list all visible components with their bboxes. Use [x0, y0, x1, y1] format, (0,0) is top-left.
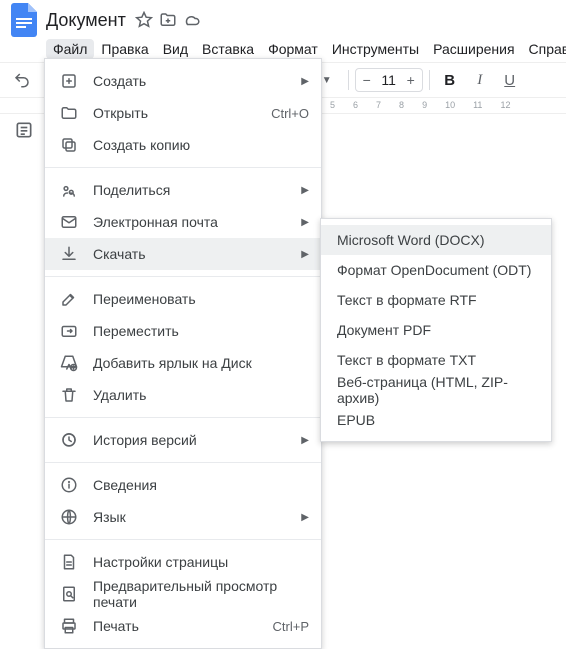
menu-item-label: Поделиться	[93, 182, 295, 198]
download-option[interactable]: EPUB	[321, 405, 551, 435]
menu-separator	[45, 276, 321, 277]
underline-button[interactable]: U	[496, 66, 524, 94]
menu-item-label: Электронная почта	[93, 214, 295, 230]
plus-box-icon	[59, 71, 79, 91]
submenu-arrow-icon: ▶	[301, 217, 309, 228]
document-title[interactable]: Документ	[46, 10, 126, 31]
submenu-arrow-icon: ▶	[301, 76, 309, 87]
menu-separator	[45, 417, 321, 418]
menu-separator	[45, 462, 321, 463]
download-icon	[59, 244, 79, 264]
file-menu-item-download[interactable]: Скачать ▶	[45, 238, 321, 270]
submenu-arrow-icon: ▶	[301, 249, 309, 260]
rename-icon	[59, 289, 79, 309]
download-option[interactable]: Microsoft Word (DOCX)	[321, 225, 551, 255]
menu-item-label: История версий	[93, 432, 295, 448]
menu-item-label: Сведения	[93, 477, 309, 493]
file-menu-item-mail[interactable]: Электронная почта ▶	[45, 206, 321, 238]
menu-item-label: Переименовать	[93, 291, 309, 307]
menu-edit[interactable]: Правка	[94, 39, 155, 59]
toolbar-separator	[348, 70, 349, 90]
file-menu-item-share[interactable]: Поделиться ▶	[45, 174, 321, 206]
download-option[interactable]: Текст в формате TXT	[321, 345, 551, 375]
menu-item-label: Создать копию	[93, 137, 309, 153]
file-menu-item-globe[interactable]: Язык ▶	[45, 501, 321, 533]
title-bar: Документ	[0, 0, 566, 36]
file-menu-item-folder[interactable]: ОткрытьCtrl+O	[45, 97, 321, 129]
submenu-arrow-icon: ▶	[301, 185, 309, 196]
trash-icon	[59, 385, 79, 405]
menu-item-label: Печать	[93, 618, 273, 634]
menu-separator	[45, 167, 321, 168]
menu-item-label: Добавить ярлык на Диск	[93, 355, 309, 371]
menu-view[interactable]: Вид	[156, 39, 195, 59]
menu-item-label: Переместить	[93, 323, 309, 339]
ruler-ticks: 56789101112	[330, 100, 510, 110]
menu-insert[interactable]: Вставка	[195, 39, 261, 59]
file-menu-item-print-preview[interactable]: Предварительный просмотр печати	[45, 578, 321, 610]
decrease-font-button[interactable]: −	[356, 69, 378, 91]
menu-extensions[interactable]: Расширения	[426, 39, 521, 59]
page-icon	[59, 552, 79, 572]
history-icon	[59, 430, 79, 450]
menu-item-label: Создать	[93, 73, 295, 89]
file-menu-item-drive-add[interactable]: Добавить ярлык на Диск	[45, 347, 321, 379]
print-icon	[59, 616, 79, 636]
file-menu-item-copy[interactable]: Создать копию	[45, 129, 321, 161]
cloud-status-icon[interactable]	[183, 11, 201, 29]
menu-format[interactable]: Формат	[261, 39, 325, 59]
bold-button[interactable]: B	[436, 66, 464, 94]
docs-logo-icon	[8, 4, 40, 36]
font-size-stepper[interactable]: − 11 +	[355, 68, 423, 92]
star-icon[interactable]	[135, 11, 153, 29]
toolbar-separator	[429, 70, 430, 90]
shortcut-hint: Ctrl+O	[271, 106, 309, 121]
copy-icon	[59, 135, 79, 155]
menu-separator	[45, 539, 321, 540]
menu-item-label: Открыть	[93, 105, 271, 121]
move-to-folder-icon[interactable]	[159, 11, 177, 29]
share-icon	[59, 180, 79, 200]
menu-item-label: Язык	[93, 509, 295, 525]
download-option[interactable]: Документ PDF	[321, 315, 551, 345]
file-menu-item-trash[interactable]: Удалить	[45, 379, 321, 411]
drive-add-icon	[59, 353, 79, 373]
menu-item-label: Предварительный просмотр печати	[93, 578, 309, 610]
menu-file[interactable]: Файл	[46, 39, 94, 59]
print-preview-icon	[59, 584, 79, 604]
undo-button[interactable]	[8, 66, 36, 94]
file-menu-item-plus-box[interactable]: Создать ▶	[45, 65, 321, 97]
globe-icon	[59, 507, 79, 527]
menu-item-label: Удалить	[93, 387, 309, 403]
submenu-arrow-icon: ▶	[301, 512, 309, 523]
menu-item-label: Настройки страницы	[93, 554, 309, 570]
download-option[interactable]: Формат OpenDocument (ODT)	[321, 255, 551, 285]
move-icon	[59, 321, 79, 341]
download-option[interactable]: Веб-страница (HTML, ZIP-архив)	[321, 375, 551, 405]
menu-item-label: Скачать	[93, 246, 295, 262]
download-submenu: Microsoft Word (DOCX)Формат OpenDocument…	[320, 218, 552, 442]
file-menu-item-page[interactable]: Настройки страницы	[45, 546, 321, 578]
info-icon	[59, 475, 79, 495]
font-size-value[interactable]: 11	[378, 72, 400, 88]
side-rail	[14, 120, 34, 140]
download-option[interactable]: Текст в формате RTF	[321, 285, 551, 315]
file-menu-item-info[interactable]: Сведения	[45, 469, 321, 501]
file-menu-item-print[interactable]: ПечатьCtrl+P	[45, 610, 321, 642]
submenu-arrow-icon: ▶	[301, 435, 309, 446]
outline-icon[interactable]	[14, 120, 34, 140]
file-menu-item-history[interactable]: История версий ▶	[45, 424, 321, 456]
increase-font-button[interactable]: +	[400, 69, 422, 91]
file-menu-item-move[interactable]: Переместить	[45, 315, 321, 347]
folder-icon	[59, 103, 79, 123]
chevron-down-icon: ▼	[322, 75, 332, 86]
menu-help[interactable]: Справка	[522, 39, 566, 59]
shortcut-hint: Ctrl+P	[273, 619, 309, 634]
italic-button[interactable]: I	[466, 66, 494, 94]
menu-tools[interactable]: Инструменты	[325, 39, 426, 59]
file-menu-item-rename[interactable]: Переименовать	[45, 283, 321, 315]
file-menu-dropdown: Создать ▶ ОткрытьCtrl+O Создать копию Подели…	[44, 58, 322, 649]
mail-icon	[59, 212, 79, 232]
